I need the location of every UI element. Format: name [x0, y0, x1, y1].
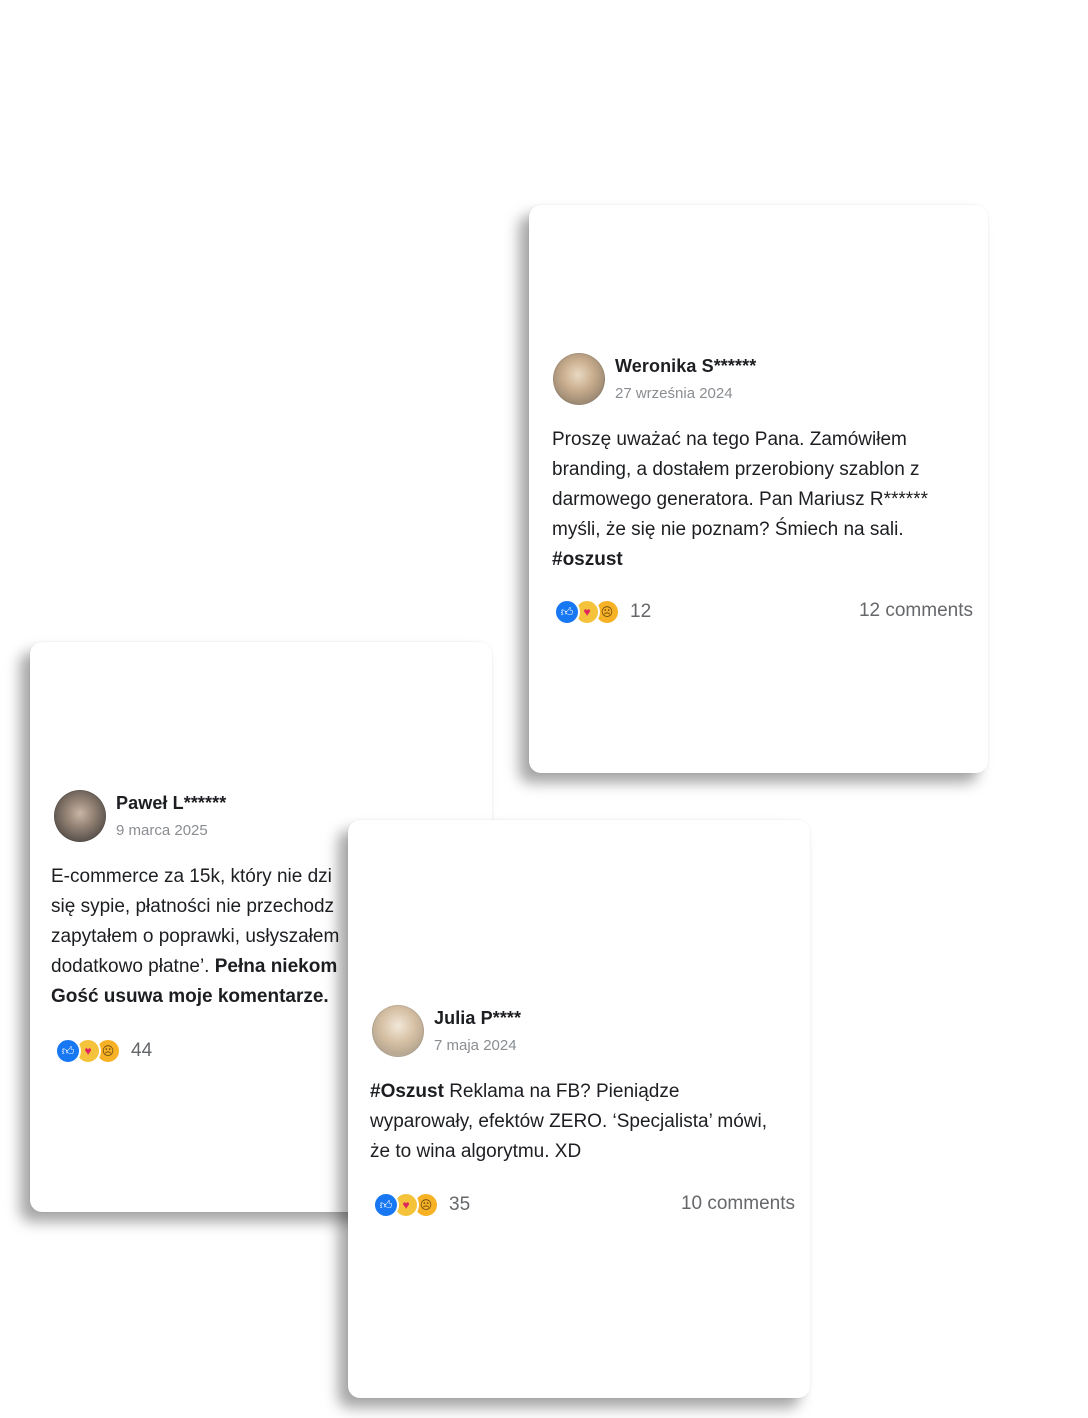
comments-link[interactable]: 12 comments [859, 600, 973, 622]
comments-link[interactable]: 10 comments [681, 1193, 795, 1215]
reaction-count: 44 [131, 1040, 153, 1061]
body-line: wyparowały, efektów ZERO. ‘Specjalista’ … [370, 1111, 768, 1132]
thumbs-up-icon: 👍︎ [55, 1038, 81, 1064]
reactions-row[interactable]: 👍︎ ♥ ☹ 12 [554, 599, 651, 625]
body-line: E-commerce za 15k, który nie dzi [51, 866, 332, 887]
author-name[interactable]: Paweł L****** [116, 793, 226, 814]
body-line: zapytałem o poprawki, usłyszałem [51, 926, 340, 947]
review-card-weronika: Weronika S****** 27 września 2024 Proszę… [529, 205, 988, 773]
avatar[interactable] [553, 353, 605, 405]
post-body: #Oszust Reklama na FB? Pieniądze wyparow… [370, 1077, 767, 1167]
post-date[interactable]: 27 września 2024 [615, 385, 756, 402]
thumbs-up-icon: 👍︎ [373, 1192, 399, 1218]
avatar[interactable] [372, 1005, 424, 1057]
author-name[interactable]: Weronika S****** [615, 356, 756, 377]
author-name[interactable]: Julia P**** [434, 1008, 521, 1029]
hashtag[interactable]: #oszust [552, 549, 623, 570]
reactions-row[interactable]: 👍︎ ♥ ☹ 35 [373, 1192, 470, 1218]
hashtag[interactable]: #Oszust [370, 1081, 444, 1102]
reaction-count: 12 [630, 601, 652, 622]
reaction-count: 35 [449, 1194, 471, 1215]
bold-text: Pełna niekom [214, 956, 338, 977]
body-line: Reklama na FB? Pieniądze [449, 1081, 680, 1102]
post-date[interactable]: 9 marca 2025 [116, 822, 226, 839]
post-header: Julia P**** 7 maja 2024 [372, 1005, 521, 1057]
post-header: Weronika S****** 27 września 2024 [553, 353, 756, 405]
review-card-julia: Julia P**** 7 maja 2024 #Oszust Reklama … [348, 820, 810, 1398]
post-date[interactable]: 7 maja 2024 [434, 1037, 521, 1054]
body-line: myśli, że się nie poznam? Śmiech na sali… [552, 519, 904, 540]
body-line: branding, a dostałem przerobiony szablon… [552, 459, 920, 480]
reactions-row[interactable]: 👍︎ ♥ ☹ 44 [55, 1038, 152, 1064]
body-line: że to wina algorytmu. XD [370, 1141, 582, 1162]
post-body: E-commerce za 15k, który nie dzi się syp… [51, 862, 339, 1012]
body-line: dodatkowo płatne’. [51, 956, 210, 977]
post-body: Proszę uważać na tego Pana. Zamówiłem br… [552, 425, 928, 575]
bold-text: Gość usuwa moje komentarze. [51, 986, 329, 1007]
body-line: się sypie, płatności nie przechodz [51, 896, 335, 917]
body-line: darmowego generatora. Pan Mariusz R*****… [552, 489, 928, 510]
body-line: Proszę uważać na tego Pana. Zamówiłem [552, 429, 907, 450]
post-header: Paweł L****** 9 marca 2025 [54, 790, 226, 842]
thumbs-up-icon: 👍︎ [554, 599, 580, 625]
avatar[interactable] [54, 790, 106, 842]
